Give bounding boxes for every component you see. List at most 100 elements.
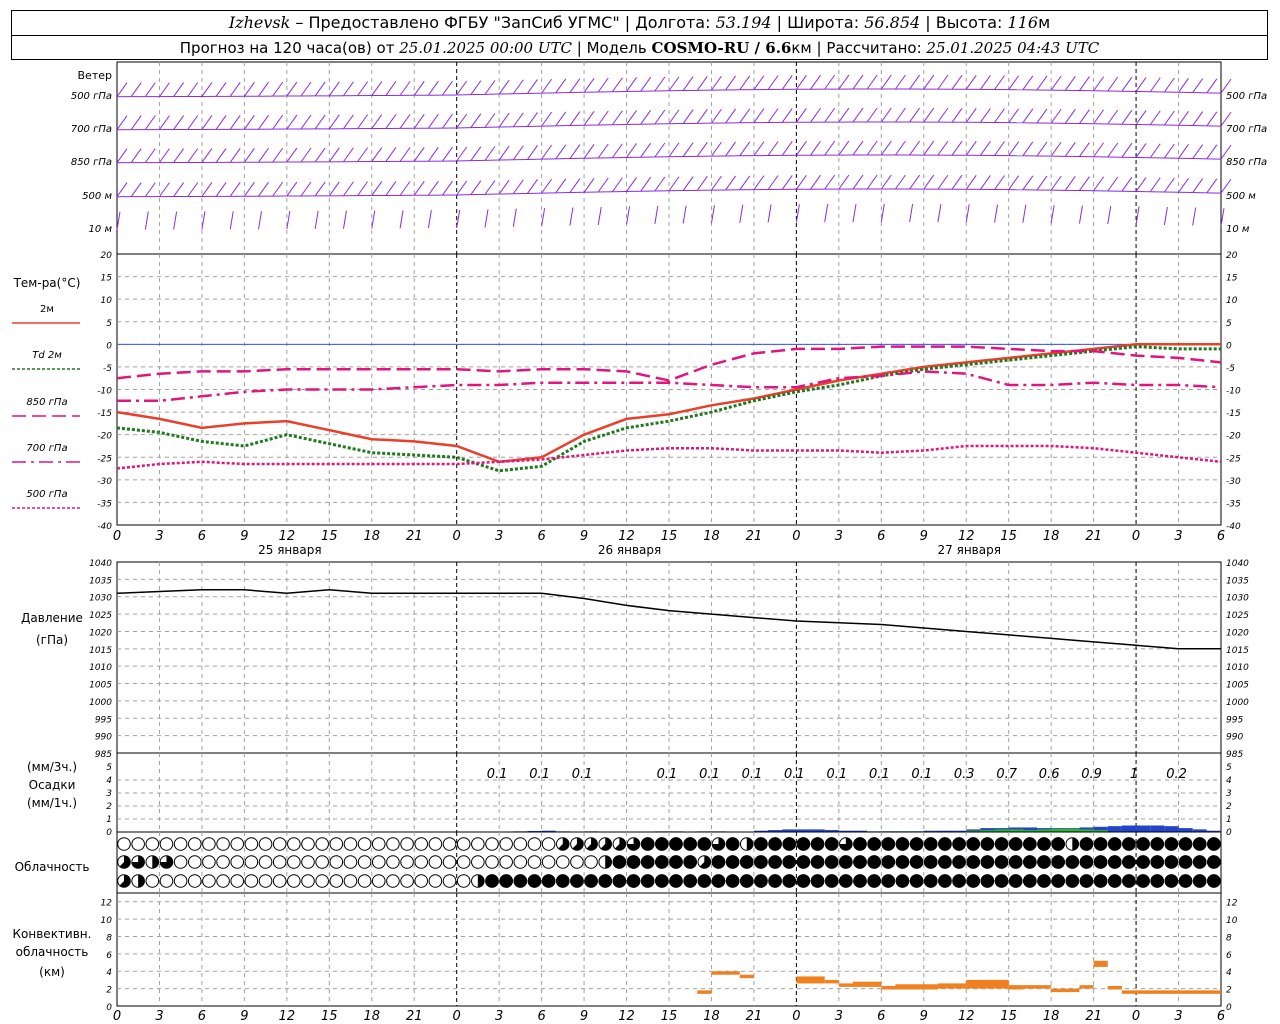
wind-barb bbox=[682, 109, 694, 124]
precip-amount-label: 0.3 bbox=[954, 767, 975, 782]
temperature-xtick: 12 bbox=[279, 529, 296, 544]
precip-amount-label: 0.1 bbox=[784, 767, 805, 782]
cloud-symbol bbox=[442, 874, 457, 888]
wind-barb bbox=[527, 79, 538, 94]
precip-amount-label: 0.1 bbox=[742, 767, 763, 782]
wind-barb bbox=[951, 140, 963, 156]
wind-barb bbox=[895, 140, 906, 156]
wind-barb bbox=[668, 176, 680, 192]
cloud-symbol bbox=[357, 874, 372, 888]
wind-barb bbox=[1008, 141, 1020, 156]
cloud-symbol bbox=[442, 855, 457, 869]
wind-barb bbox=[1022, 175, 1034, 191]
temperature-ytick-left: -25 bbox=[97, 454, 112, 464]
wind-barb bbox=[611, 177, 623, 193]
wind-barb bbox=[965, 75, 977, 90]
wind-barb bbox=[1149, 110, 1161, 126]
pressure-ytick-left: 1025 bbox=[89, 611, 112, 621]
precip-amount-label: 0.7 bbox=[996, 767, 1017, 782]
wind-barb bbox=[725, 175, 737, 191]
pressure-ytick-left: 990 bbox=[95, 733, 112, 743]
wind-barb bbox=[286, 114, 298, 130]
wind-barb bbox=[611, 110, 623, 126]
wind-barb bbox=[810, 74, 821, 90]
cloud-symbol-fill bbox=[952, 874, 966, 888]
cloud-symbol bbox=[400, 874, 414, 888]
wind-barb bbox=[909, 174, 921, 190]
precip-bar bbox=[1178, 828, 1193, 832]
temperature-ytick-left: -5 bbox=[103, 364, 112, 374]
pressure-title: Давление bbox=[21, 611, 83, 625]
cloud-symbol-fill bbox=[980, 855, 995, 869]
wind-barb bbox=[767, 75, 779, 90]
temperature-ytick-right: -30 bbox=[1226, 477, 1241, 487]
pressure-ytick-right: 1000 bbox=[1226, 698, 1249, 708]
cloud-symbol-fill bbox=[626, 874, 641, 888]
wind-barb bbox=[1149, 143, 1161, 159]
cloud-symbol bbox=[371, 837, 386, 851]
precip-bar bbox=[1136, 825, 1151, 832]
wind-barb bbox=[937, 74, 949, 90]
wind-barb bbox=[824, 204, 829, 223]
cloud-symbol bbox=[202, 837, 216, 851]
cloud-symbol-fill bbox=[1051, 855, 1065, 869]
wind-barb bbox=[1036, 75, 1048, 91]
wind-barb bbox=[1022, 108, 1034, 124]
wind-barb bbox=[258, 211, 263, 230]
wind-barb bbox=[937, 204, 942, 223]
cloud-symbol-fill bbox=[725, 855, 740, 869]
wind-barb bbox=[229, 182, 241, 197]
wind-barb bbox=[555, 178, 567, 194]
wind-barb bbox=[725, 141, 737, 157]
cloud-symbol-fill bbox=[138, 874, 145, 888]
convective-xtick: 0 bbox=[453, 1009, 461, 1024]
wind-barb bbox=[711, 175, 722, 191]
wind-barb bbox=[243, 81, 255, 97]
cloud-symbol-fill bbox=[1072, 837, 1079, 851]
cloud-symbol-fill bbox=[1008, 837, 1023, 851]
precip-ytick-left: 4 bbox=[106, 776, 112, 786]
wind-barb bbox=[725, 75, 737, 91]
cloud-symbol-fill bbox=[938, 837, 952, 851]
wind-level-label-right: 850 гПа bbox=[1226, 157, 1267, 168]
precip-bar bbox=[1107, 826, 1122, 832]
wind-barb bbox=[427, 113, 439, 129]
pressure-ytick-left: 1030 bbox=[89, 594, 112, 604]
wind-barb bbox=[696, 142, 708, 157]
pressure-ytick-right: 1020 bbox=[1226, 628, 1249, 638]
wind-barb bbox=[399, 181, 411, 196]
wind-barb bbox=[597, 143, 609, 159]
cloud-symbol-fill bbox=[1136, 874, 1150, 888]
cloud-symbol-fill bbox=[1136, 837, 1150, 851]
cloud-symbol-fill bbox=[1093, 855, 1108, 869]
cloud-symbol bbox=[456, 874, 471, 888]
cloud-symbol-fill bbox=[1093, 874, 1108, 888]
header-forecast-time: 25.01.2025 00:00 UTC bbox=[399, 39, 572, 57]
wind-barb bbox=[682, 142, 694, 157]
cloud-symbol-fill bbox=[1178, 874, 1193, 888]
cloud-symbol bbox=[287, 855, 301, 869]
precip-ytick-right: 4 bbox=[1226, 776, 1232, 786]
wind-barb bbox=[1192, 111, 1204, 126]
cloud-symbol-fill bbox=[810, 874, 825, 888]
wind-barb bbox=[555, 144, 567, 160]
cloud-symbol-fill bbox=[1192, 837, 1207, 851]
convective-title: Конвективн. bbox=[13, 927, 92, 941]
wind-barb bbox=[1036, 108, 1048, 124]
cloud-symbol-fill bbox=[1192, 874, 1207, 888]
temperature-xtick: 15 bbox=[1000, 529, 1017, 544]
cloud-symbol bbox=[244, 874, 259, 888]
cloud-symbol-fill bbox=[909, 837, 924, 851]
wind-barb bbox=[470, 146, 482, 161]
wind-barb bbox=[484, 113, 496, 128]
temperature-xtick: 12 bbox=[618, 529, 635, 544]
wind-barb bbox=[243, 181, 255, 197]
convective-bar bbox=[1093, 960, 1108, 967]
cloud-symbol-fill bbox=[1079, 837, 1094, 851]
precip-bar bbox=[1121, 825, 1137, 832]
wind-barb bbox=[1178, 177, 1189, 193]
temperature-legend-label: 2м bbox=[40, 304, 54, 315]
convective-xtick: 3 bbox=[155, 1009, 163, 1024]
cloud-symbol-fill bbox=[853, 837, 867, 851]
cloud-symbol bbox=[173, 874, 188, 888]
